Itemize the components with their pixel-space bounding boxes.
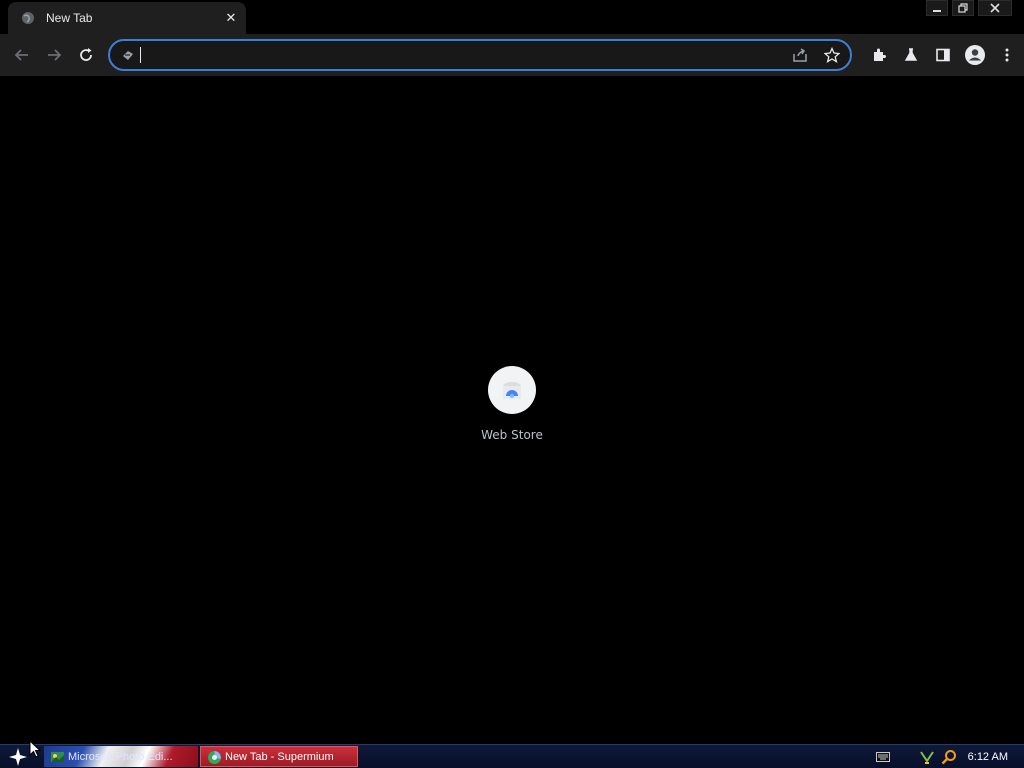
forward-arrow-icon xyxy=(48,49,62,61)
labs-icon xyxy=(904,48,918,61)
restore-icon xyxy=(958,3,968,13)
shortcut-tile[interactable] xyxy=(488,366,536,414)
menu-button[interactable] xyxy=(994,41,1020,69)
keyboard-icon[interactable] xyxy=(874,748,892,766)
network-icon[interactable] xyxy=(918,748,936,766)
taskbar: Microsoft Photo Edi... New Tab - Supermi… xyxy=(0,744,1024,768)
extensions-button[interactable] xyxy=(866,41,892,69)
mouse-cursor-icon xyxy=(29,740,41,758)
taskbar-clock[interactable]: 6:12 AM xyxy=(968,751,1008,763)
back-button[interactable] xyxy=(8,41,36,69)
taskbar-item-supermium[interactable]: New Tab - Supermium xyxy=(200,746,358,767)
toolbar-actions xyxy=(866,39,1020,71)
new-tab-page: Web Store xyxy=(0,76,1024,744)
shortcut-web-store[interactable]: Web Store xyxy=(472,366,552,442)
minimize-icon xyxy=(933,10,941,12)
close-icon xyxy=(990,3,1000,13)
tab-new-tab[interactable]: New Tab ✕ xyxy=(8,2,246,34)
minimize-button[interactable] xyxy=(926,0,948,16)
reload-icon xyxy=(80,48,92,61)
menu-icon xyxy=(1005,48,1009,62)
start-button[interactable] xyxy=(4,746,32,768)
taskbar-item-label: Microsoft Photo Edi... xyxy=(68,750,173,763)
system-tray: 6:12 AM xyxy=(874,746,1024,768)
window-close-button[interactable] xyxy=(978,0,1012,16)
side-panel-button[interactable] xyxy=(930,41,956,69)
forward-button[interactable] xyxy=(40,41,68,69)
web-store-icon xyxy=(503,382,521,399)
star-icon[interactable] xyxy=(820,43,844,67)
restore-button[interactable] xyxy=(952,0,974,16)
side-panel-icon xyxy=(936,48,950,62)
title-bar: New Tab ✕ xyxy=(0,0,1024,34)
search-engine-icon xyxy=(118,45,138,65)
globe-icon xyxy=(20,10,36,26)
labs-button[interactable] xyxy=(898,41,924,69)
supermium-icon xyxy=(208,751,221,764)
start-star-icon xyxy=(9,748,27,766)
tab-close-button[interactable]: ✕ xyxy=(222,9,240,27)
address-input[interactable] xyxy=(145,43,788,67)
window-controls xyxy=(926,0,1024,18)
taskbar-item-photo-editor[interactable]: Microsoft Photo Edi... xyxy=(44,746,198,767)
taskbar-item-label: New Tab - Supermium xyxy=(225,750,334,763)
profile-button[interactable] xyxy=(962,41,988,69)
profile-icon xyxy=(965,45,985,65)
address-bar[interactable] xyxy=(108,39,852,71)
tab-title: New Tab xyxy=(46,11,93,25)
shortcut-label: Web Store xyxy=(481,428,543,442)
photo-editor-icon xyxy=(51,752,64,762)
text-caret xyxy=(140,47,141,63)
search-magnifier-icon[interactable] xyxy=(940,748,958,766)
back-arrow-icon xyxy=(14,49,28,61)
extensions-icon xyxy=(874,48,886,61)
share-icon[interactable] xyxy=(788,43,812,67)
reload-button[interactable] xyxy=(72,41,100,69)
browser-toolbar xyxy=(0,34,1024,76)
